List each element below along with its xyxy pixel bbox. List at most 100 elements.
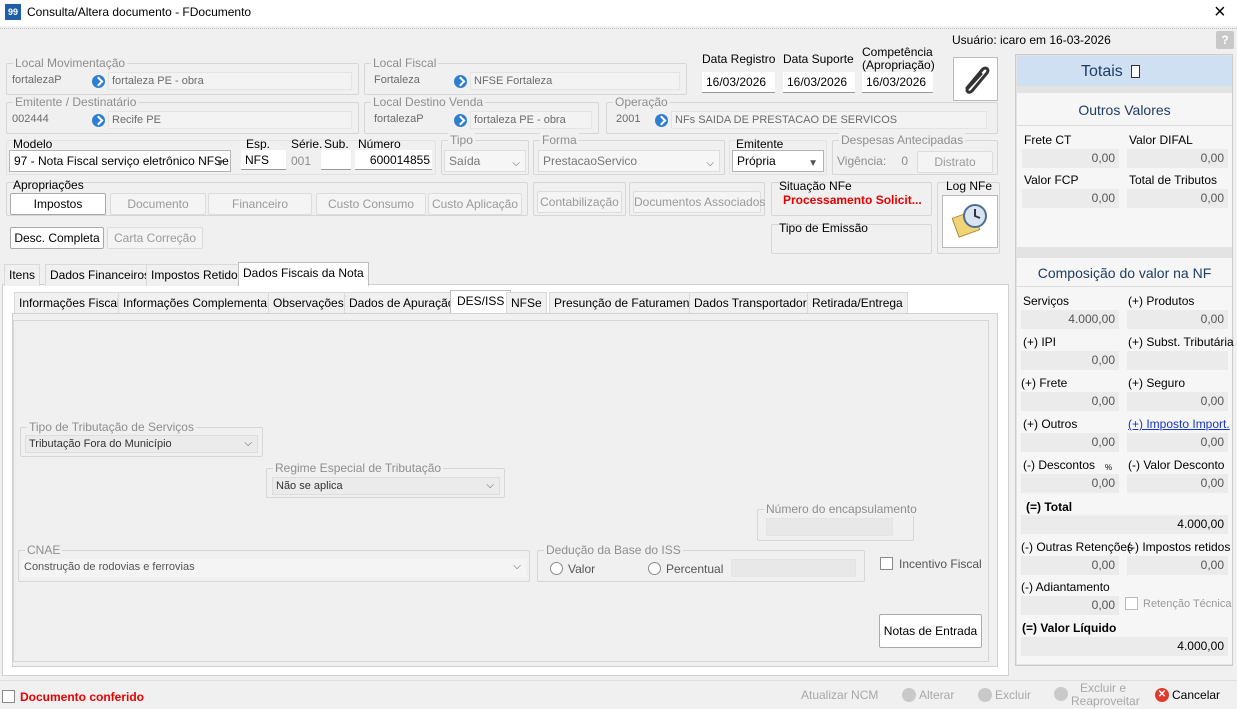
difal-label: Valor DIFAL: [1129, 133, 1193, 147]
atualizar-ncm-button[interactable]: Atualizar NCM: [801, 688, 878, 702]
log-nfe-group: Log NFe: [937, 179, 1000, 254]
outros-label: (+) Outros: [1023, 417, 1078, 431]
notas-entrada-button[interactable]: Notas de Entrada: [879, 614, 982, 648]
distrato-button[interactable]: Distrato: [917, 151, 993, 173]
modelo-select[interactable]: 97 - Nota Fiscal serviço eletrônico NFSe…: [9, 150, 231, 172]
tipo-trib-select[interactable]: Tributação Fora do Município ⌵: [25, 435, 258, 453]
retencao-tecnica-checkbox[interactable]: [1125, 597, 1138, 610]
subtab-des-iss[interactable]: DES/ISS: [450, 290, 512, 314]
emit-dest-label: Emitente / Destinatário: [13, 95, 139, 109]
documento-button[interactable]: Documento: [110, 193, 206, 215]
excluir-reaproveitar-button[interactable]: Excluir e Reaproveitar: [1054, 682, 1140, 708]
cancel-icon: ✕: [1155, 688, 1169, 702]
cancelar-button[interactable]: ✕ Cancelar: [1155, 688, 1220, 702]
forma-select[interactable]: PrestacaoServico ⌵: [538, 150, 720, 172]
docs-associados-button[interactable]: Documentos Associados: [633, 191, 765, 213]
imposto-import-link[interactable]: (+) Imposto Import.: [1128, 417, 1230, 431]
outros-value: 0,00: [1021, 433, 1119, 452]
percentual-radio[interactable]: [648, 562, 661, 575]
help-icon[interactable]: ?: [1216, 31, 1234, 49]
modelo-value: 97 - Nota Fiscal serviço eletrônico NFSe: [14, 154, 229, 168]
sub-input[interactable]: [321, 150, 351, 170]
subtab-observacoes[interactable]: Observações: [268, 292, 349, 314]
encaps-input[interactable]: [766, 518, 893, 536]
outros-title: Outros Valores: [1078, 102, 1171, 118]
regime-group: Regime Especial de Tributação Não se apl…: [266, 461, 505, 498]
tipo-select[interactable]: Saída ⌵: [444, 150, 526, 172]
attachment-button[interactable]: [953, 57, 998, 101]
incentivo-checkbox[interactable]: [880, 557, 893, 570]
competencia-input[interactable]: 16/03/2026: [862, 72, 933, 93]
percent-icon[interactable]: %: [1105, 463, 1112, 472]
frete-ct-value: 0,00: [1022, 149, 1119, 168]
data-suporte-input[interactable]: 16/03/2026: [783, 72, 855, 93]
tab-dados-financeiros[interactable]: Dados Financeiros: [45, 264, 156, 286]
calculator-icon[interactable]: [1131, 65, 1140, 78]
fcp-label: Valor FCP: [1024, 173, 1079, 187]
emitente-group: Emitente Própria ▼: [729, 137, 827, 175]
subtab-transportadora[interactable]: Dados Transportadora: [689, 292, 819, 314]
local-mov-name: fortaleza PE - obra: [108, 72, 352, 90]
clock-document-icon: [951, 204, 987, 238]
close-icon[interactable]: ×: [1214, 0, 1226, 24]
deducao-input[interactable]: [731, 559, 856, 577]
check-icon: [902, 688, 916, 702]
financeiro-button[interactable]: Financeiro: [208, 193, 312, 215]
cnae-select[interactable]: Construção de rodovias e ferrovias ⌵: [21, 559, 526, 577]
valor-radio[interactable]: [550, 562, 563, 575]
data-suporte-label: Data Suporte: [783, 52, 854, 66]
subtab-dados-apuracao[interactable]: Dados de Apuração: [344, 292, 460, 314]
app-icon: 99: [5, 4, 21, 20]
emitente-select[interactable]: Própria ▼: [732, 150, 824, 172]
contabilizacao-button[interactable]: Contabilização: [537, 191, 622, 213]
tipo-value: Saída: [449, 154, 481, 168]
emit-dest-name: Recife PE: [108, 111, 352, 129]
lookup-icon[interactable]: [454, 75, 467, 88]
lookup-icon[interactable]: [92, 75, 105, 88]
frete-label: (+) Frete: [1021, 376, 1068, 390]
chevron-down-icon: ⌵: [512, 158, 520, 169]
lookup-icon[interactable]: [92, 114, 105, 127]
descontos-label: (-) Descontos: [1023, 458, 1096, 472]
custo-consumo-button[interactable]: Custo Consumo: [316, 193, 426, 215]
total-trib-value: 0,00: [1127, 189, 1228, 208]
alterar-button[interactable]: Alterar: [902, 688, 954, 702]
impostos-button[interactable]: Impostos: [10, 193, 106, 215]
tab-dados-fiscais[interactable]: Dados Fiscais da Nota: [238, 262, 369, 286]
desc-completa-button[interactable]: Desc. Completa: [10, 227, 104, 249]
tipo-trib-value: Tributação Fora do Município: [29, 438, 172, 450]
modelo-label: Modelo: [13, 137, 53, 151]
imposto-import-value: 0,00: [1127, 433, 1228, 452]
tab-impostos-retidos[interactable]: Impostos Retidos: [146, 264, 249, 286]
subtab-info-fiscais[interactable]: Informações Fiscais: [14, 292, 131, 314]
operacao-code: 2001: [616, 113, 641, 125]
forma-group: Forma PrestacaoServico ⌵: [533, 133, 725, 175]
subtab-info-complementares[interactable]: Informações Complementares: [118, 292, 289, 314]
total-value: 4.000,00: [1021, 515, 1228, 534]
subtab-presuncao[interactable]: Presunção de Faturamento: [549, 292, 705, 314]
numero-input[interactable]: 600014855: [355, 150, 432, 170]
produtos-value: 0,00: [1127, 310, 1228, 329]
carta-correcao-button[interactable]: Carta Correção: [107, 227, 203, 249]
lookup-icon[interactable]: [454, 114, 467, 127]
emit-dest-code: 002444: [12, 113, 49, 125]
lookup-icon[interactable]: [655, 114, 668, 127]
log-nfe-label: Log NFe: [946, 179, 993, 193]
subtab-nfse[interactable]: NFSe: [506, 292, 547, 314]
valor-desconto-label: (-) Valor Desconto: [1128, 458, 1225, 472]
subst-label: (+) Subst. Tributária: [1128, 335, 1234, 349]
subtab-retirada[interactable]: Retirada/Entrega: [807, 292, 908, 314]
local-destino-name: fortaleza PE - obra: [470, 111, 592, 129]
esp-input[interactable]: NFS: [241, 150, 286, 170]
conferido-checkbox[interactable]: [2, 690, 15, 703]
excluir-button[interactable]: Excluir: [978, 688, 1031, 702]
custo-aplicacao-button[interactable]: Custo Aplicação: [428, 193, 522, 215]
tipo-label: Tipo: [448, 133, 475, 147]
chevron-down-icon: ⌵: [486, 480, 494, 491]
log-nfe-button[interactable]: [942, 195, 998, 248]
subst-value: [1127, 351, 1228, 370]
data-registro-input[interactable]: 16/03/2026: [702, 72, 775, 93]
data-registro-label: Data Registro: [702, 52, 776, 66]
regime-select[interactable]: Não se aplica ⌵: [272, 477, 500, 495]
tab-itens[interactable]: Itens: [4, 264, 41, 286]
